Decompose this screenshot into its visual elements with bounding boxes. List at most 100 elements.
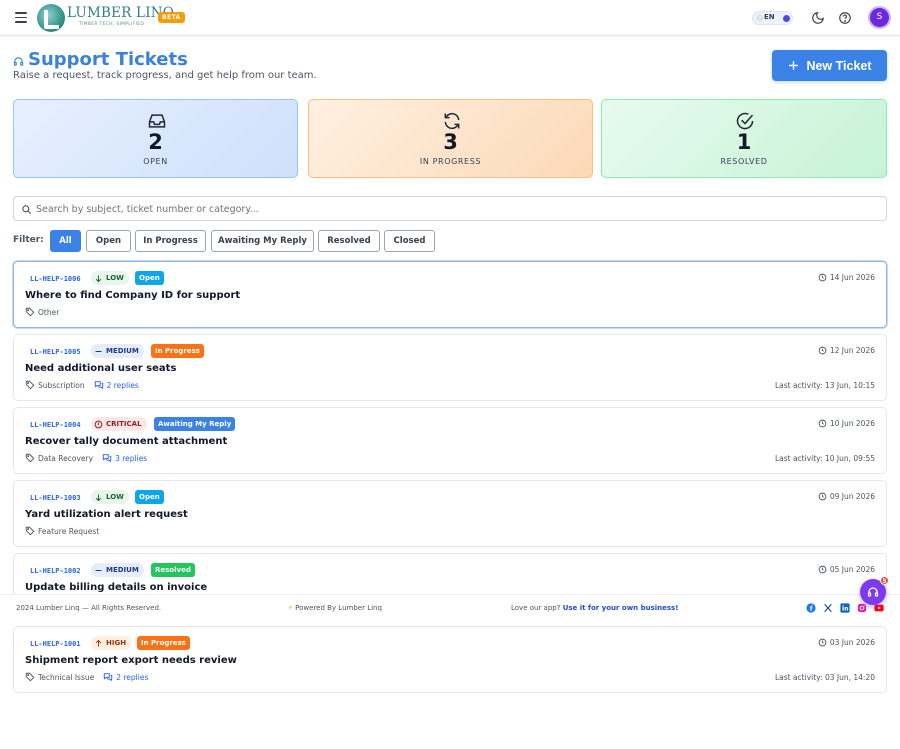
- ticket-subject: Shipment report export needs review: [25, 655, 237, 666]
- arrow-down-icon: [95, 275, 102, 282]
- help-circle-icon[interactable]: [838, 10, 853, 25]
- alert-circle-icon: [94, 420, 103, 428]
- top-navbar: LUMBER LINQ TIMBER TECH, SIMPLIFIED BETA…: [0, 0, 900, 36]
- priority-label: MEDIUM: [106, 566, 139, 574]
- facebook-icon[interactable]: [806, 603, 816, 613]
- footer-love: Love our app? Use it for your own busine…: [511, 604, 679, 612]
- ticket-id: LL-HELP-1004: [30, 421, 81, 429]
- stat-card-resolved[interactable]: 1 RESOLVED: [601, 99, 887, 178]
- ticket-id: LL-HELP-1002: [30, 567, 81, 575]
- ticket-meta: Technical Issue 2 replies: [25, 672, 148, 682]
- ticket-card[interactable]: LL-HELP-1006 LOW Open 14 Jun 2026 Where …: [13, 261, 887, 328]
- page-title-row: Support Tickets: [13, 49, 188, 70]
- ticket-card[interactable]: LL-HELP-1004 CRITICAL Awaiting My Reply …: [13, 407, 887, 474]
- ticket-replies[interactable]: 2 replies: [103, 672, 148, 682]
- tag-icon: [25, 672, 35, 682]
- search-box: [13, 196, 887, 221]
- app-logo[interactable]: LUMBER LINQ TIMBER TECH, SIMPLIFIED: [37, 4, 174, 32]
- linkedin-icon[interactable]: [840, 603, 850, 613]
- ticket-card[interactable]: LL-HELP-1003 LOW Open 09 Jun 2026 Yard u…: [13, 480, 887, 547]
- page-subtitle: Raise a request, track progress, and get…: [13, 70, 317, 81]
- status-badge: Open: [135, 490, 164, 504]
- plus-icon: [789, 61, 799, 70]
- priority-label: MEDIUM: [106, 347, 139, 355]
- ticket-subject: Yard utilization alert request: [25, 509, 188, 520]
- ticket-category: Technical Issue: [38, 672, 95, 682]
- check-circle-icon: [736, 112, 754, 130]
- chat-bubbles-icon: [94, 381, 103, 390]
- ticket-meta: Data Recovery 3 replies: [25, 453, 147, 463]
- filter-closed[interactable]: Closed: [384, 230, 435, 252]
- filter-resolved[interactable]: Resolved: [318, 230, 380, 252]
- ticket-date: 05 Jun 2026: [818, 565, 875, 574]
- ticket-category: Data Recovery: [38, 453, 94, 463]
- stat-label: IN PROGRESS: [419, 157, 482, 166]
- logo-tagline: TIMBER TECH, SIMPLIFIED: [79, 22, 145, 27]
- logo-mark: [37, 4, 65, 32]
- priority-badge: LOW: [91, 271, 129, 285]
- page-title: Support Tickets: [28, 49, 188, 70]
- language-toggle[interactable]: EN: [752, 11, 793, 25]
- ticket-date: 10 Jun 2026: [818, 419, 875, 428]
- instagram-icon[interactable]: [857, 603, 867, 613]
- priority-badge: HIGH: [91, 636, 132, 650]
- ticket-id: LL-HELP-1001: [30, 640, 81, 648]
- tag-icon: [25, 380, 35, 390]
- filter-awaiting-my-reply[interactable]: Awaiting My Reply: [211, 230, 314, 252]
- filter-label: Filter:: [13, 235, 44, 245]
- last-activity: Last activity: 03 Jun, 14:20: [774, 673, 875, 682]
- clock-icon: [818, 419, 827, 428]
- new-ticket-button[interactable]: New Ticket: [772, 50, 887, 81]
- clock-icon: [818, 492, 827, 501]
- ticket-id: LL-HELP-1006: [30, 275, 81, 283]
- priority-badge: CRITICAL: [91, 417, 147, 431]
- user-avatar[interactable]: S: [870, 8, 889, 27]
- ticket-subject: Need additional user seats: [25, 363, 177, 374]
- ticket-card[interactable]: LL-HELP-1001 HIGH In Progress 03 Jun 202…: [13, 626, 887, 693]
- status-badge: Resolved: [151, 563, 195, 577]
- ticket-category: Subscription: [38, 380, 85, 390]
- last-activity: Last activity: 13 Jun, 10:15: [774, 381, 875, 390]
- minus-icon: [95, 350, 102, 352]
- clock-icon: [818, 565, 827, 574]
- chat-bubbles-icon: [102, 454, 112, 463]
- menu-icon[interactable]: [15, 12, 27, 23]
- filter-in-progress[interactable]: In Progress: [135, 230, 206, 252]
- clock-icon: [818, 638, 827, 647]
- headset-icon: [867, 587, 879, 597]
- ticket-date: 14 Jun 2026: [818, 273, 875, 282]
- footer-powered: ⚡ Powered By Lumber Linq: [288, 604, 382, 612]
- new-ticket-label: New Ticket: [806, 58, 872, 73]
- footer-cta-link[interactable]: Use it for your own business!: [563, 604, 679, 612]
- moon-icon[interactable]: [811, 10, 826, 25]
- tag-icon: [25, 526, 35, 536]
- ticket-replies[interactable]: 2 replies: [94, 380, 139, 390]
- clock-icon: [818, 346, 827, 355]
- stat-card-open[interactable]: 2 OPEN: [13, 99, 298, 178]
- status-badge: Awaiting My Reply: [154, 417, 236, 431]
- chat-bubbles-icon: [104, 673, 113, 682]
- ticket-date: 09 Jun 2026: [818, 492, 875, 501]
- ticket-id: LL-HELP-1003: [30, 494, 81, 502]
- x-icon[interactable]: [823, 603, 833, 613]
- ticket-id: LL-HELP-1005: [30, 348, 81, 356]
- search-input[interactable]: [36, 200, 876, 218]
- stat-count: 3: [443, 130, 458, 154]
- headset-icon: [13, 56, 24, 66]
- last-activity: Last activity: 10 Jun, 09:55: [774, 454, 875, 463]
- ticket-replies[interactable]: 3 replies: [102, 453, 147, 463]
- language-label: EN: [764, 13, 775, 21]
- stat-card-in-progress[interactable]: 3 IN PROGRESS: [308, 99, 593, 178]
- refresh-icon: [444, 112, 460, 130]
- ticket-date: 12 Jun 2026: [818, 346, 875, 355]
- priority-label: LOW: [106, 274, 124, 282]
- filter-all[interactable]: All: [50, 230, 81, 252]
- ticket-card[interactable]: LL-HELP-1005 MEDIUM In Progress 12 Jun 2…: [13, 334, 887, 401]
- priority-label: LOW: [106, 493, 124, 501]
- filter-open[interactable]: Open: [86, 230, 131, 252]
- stat-count: 2: [148, 130, 163, 154]
- priority-label: HIGH: [106, 639, 127, 647]
- notification-badge: 5: [880, 576, 889, 585]
- search-icon: [22, 205, 32, 215]
- globe-icon: [757, 15, 763, 21]
